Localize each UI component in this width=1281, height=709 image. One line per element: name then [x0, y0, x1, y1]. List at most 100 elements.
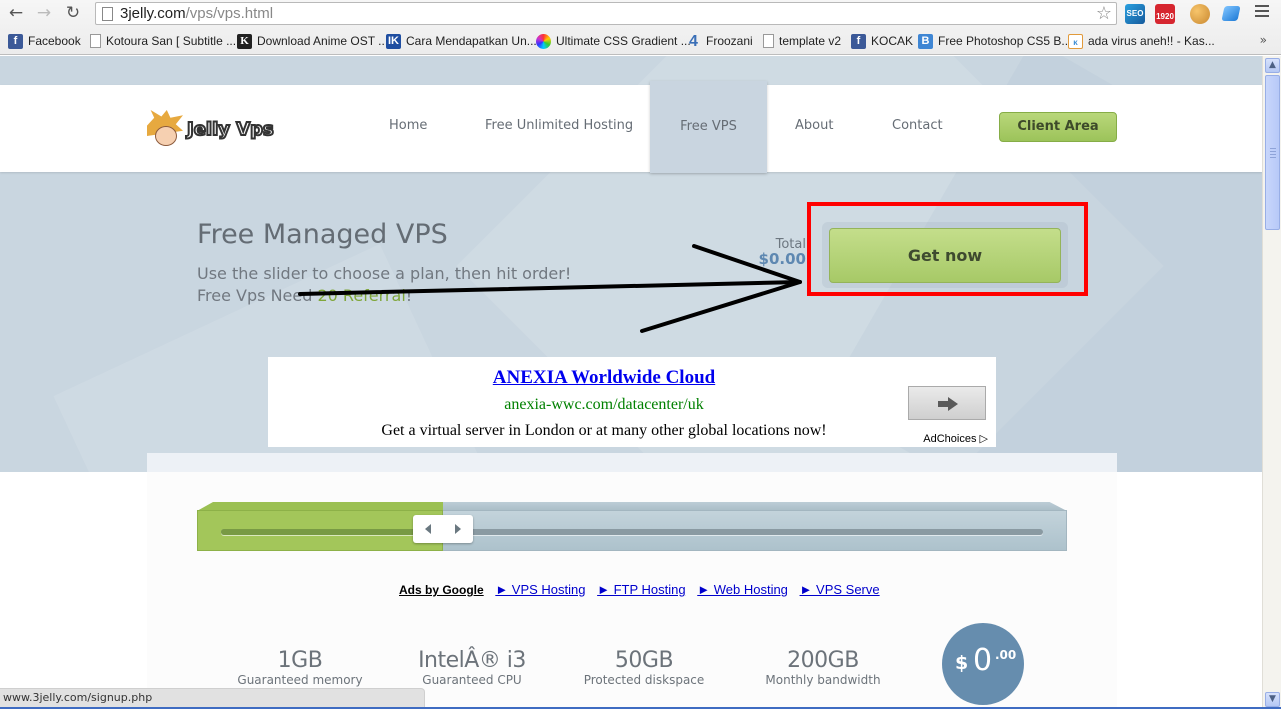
facebook-icon: f [8, 33, 23, 49]
bookmark-free-photoshop[interactable]: B Free Photoshop CS5 B... [918, 32, 1071, 50]
color-wheel-icon [536, 33, 551, 49]
bookmark-label: Froozani [706, 34, 753, 48]
slider-track-fill [221, 529, 443, 535]
grip-icon [1270, 148, 1276, 160]
bookmark-label: Facebook [28, 34, 81, 48]
spec-label: Guaranteed memory [237, 673, 363, 687]
bookmark-star-icon[interactable]: ☆ [1096, 3, 1112, 24]
subtitle-referral: Free Vps Need 20 Referral! [197, 285, 571, 307]
bookmark-label: Ultimate CSS Gradient ... [556, 34, 691, 48]
ad-go-button[interactable] [908, 386, 986, 420]
bookmark-label: ada virus aneh!! - Kas... [1088, 34, 1215, 48]
hero-subtitle: Use the slider to choose a plan, then hi… [197, 263, 571, 307]
logo-text: Jelly Vps [186, 118, 275, 141]
forum-icon: ᴋ [1068, 33, 1083, 49]
ad-link-web-hosting[interactable]: ► Web Hosting [697, 582, 788, 597]
spec-value: 1GB [277, 648, 323, 673]
price-decimal: .00 [995, 648, 1017, 662]
browser-menu-icon[interactable] [1255, 5, 1269, 20]
seo-extension-icon[interactable]: SEO [1125, 4, 1145, 24]
plan-panel-top [147, 453, 1117, 472]
ad-link-ftp-hosting[interactable]: ► FTP Hosting [597, 582, 686, 597]
page-icon [90, 34, 101, 48]
nav-contact[interactable]: Contact [892, 118, 943, 133]
spec-value: IntelÂ® i3 [418, 648, 526, 673]
referral-prefix: Free Vps Need [197, 286, 318, 305]
bookmarks-bar: f Facebook Kotoura San [ Subtitle ... K Do… [0, 29, 1281, 53]
chevron-right-icon [455, 524, 461, 534]
address-url[interactable]: 3jelly.com/vps/vps.html [120, 5, 273, 22]
bookmark-label: Download Anime OST ... [257, 34, 389, 48]
bookmark-froozani[interactable]: 4 Froozani [686, 32, 753, 50]
vertical-scrollbar[interactable]: ▲ ▼ [1262, 56, 1281, 709]
scrollbar-thumb[interactable] [1265, 75, 1280, 230]
ad-link-vps-hosting[interactable]: ► VPS Hosting [495, 582, 585, 597]
reload-button[interactable]: ↻ [62, 3, 84, 23]
page-title: Free Managed VPS [197, 219, 448, 250]
url-host: 3jelly.com [120, 5, 186, 22]
nav-about[interactable]: About [795, 118, 833, 133]
spec-memory: 1GB Guaranteed memory [230, 648, 370, 687]
ad-description: Get a virtual server in London or at man… [381, 422, 827, 439]
bookmark-label: Cara Mendapatkan Un... [406, 34, 537, 48]
price-integer: 0 [973, 643, 993, 678]
scroll-up-button[interactable]: ▲ [1265, 58, 1280, 73]
notes-extension-icon[interactable] [1221, 6, 1241, 21]
facebook-icon: f [851, 33, 866, 49]
nav-free-unlimited-hosting[interactable]: Free Unlimited Hosting [485, 118, 633, 133]
price-currency: $ [955, 652, 969, 674]
four-icon: 4 [689, 32, 698, 50]
bookmark-ultimate-css-gradient[interactable]: Ultimate CSS Gradient ... [536, 32, 691, 50]
bookmark-label: Free Photoshop CS5 B... [938, 34, 1072, 48]
back-button[interactable]: ← [5, 3, 27, 23]
blogger-b-icon: B [918, 33, 933, 49]
scroll-down-button[interactable]: ▼ [1265, 692, 1280, 707]
ad-banner: ANEXIA Worldwide Cloud anexia-wwc.com/da… [268, 357, 996, 447]
adchoices-icon: ▷ [979, 433, 988, 445]
client-area-button[interactable]: Client Area [999, 112, 1117, 142]
referral-count: 20 Referral [317, 286, 406, 305]
spec-value: 50GB [614, 648, 674, 673]
bookmark-label: template v2 [779, 34, 842, 48]
cookie-extension-icon[interactable] [1190, 4, 1210, 24]
address-bar[interactable]: 3jelly.com/vps/vps.html ☆ [95, 2, 1117, 25]
bookmark-template-v2[interactable]: template v2 [763, 32, 841, 50]
forward-button[interactable]: → [33, 3, 55, 23]
spec-label: Monthly bandwidth [765, 673, 881, 687]
text-ads-row: Ads by Google ► VPS Hosting ► FTP Hostin… [399, 582, 888, 597]
bookmark-label: Kotoura San [ Subtitle ... [106, 34, 237, 48]
plan-slider[interactable] [197, 502, 1067, 551]
price-badge: $ 0 .00 [942, 623, 1024, 705]
more-bookmarks-button[interactable]: » [1260, 33, 1267, 47]
adchoices-label: AdChoices [923, 433, 977, 445]
page-viewport: Jelly Vps Home Free Unlimited Hosting Fr… [0, 56, 1262, 709]
ad-url-link[interactable]: anexia-wwc.com/datacenter/uk [184, 396, 1024, 414]
get-now-button[interactable]: Get now [829, 228, 1061, 283]
ad-title-link[interactable]: ANEXIA Worldwide Cloud [184, 367, 1024, 389]
arrow-right-icon [938, 397, 958, 411]
bookmark-ada-virus-aneh[interactable]: ᴋ ada virus aneh!! - Kas... [1068, 32, 1215, 50]
bookmark-download-anime-ost[interactable]: K Download Anime OST ... [237, 32, 388, 50]
nav-free-vps[interactable]: Free VPS [650, 81, 767, 173]
bookmark-label: KOCAK [871, 34, 914, 48]
k-site-icon: K [237, 33, 252, 49]
bookmark-cara-mendapatkan[interactable]: IK Cara Mendapatkan Un... [386, 32, 537, 50]
bookmark-facebook[interactable]: f Facebook [8, 32, 81, 50]
spec-label: Guaranteed CPU [422, 673, 522, 687]
spec-value: 200GB [787, 648, 859, 673]
nav-home[interactable]: Home [389, 118, 427, 133]
spec-label: Protected diskspace [583, 673, 705, 687]
site-logo[interactable]: Jelly Vps [147, 110, 275, 148]
adchoices-link[interactable]: AdChoices ▷ [923, 432, 988, 445]
bookmark-kocak[interactable]: f KOCAK [851, 32, 913, 50]
spec-diskspace: 50GB Protected diskspace [574, 648, 714, 687]
calendar-extension-icon[interactable]: 1920 [1155, 4, 1175, 24]
slider-handle[interactable] [413, 515, 473, 543]
spec-bandwidth: 200GB Monthly bandwidth [753, 648, 893, 687]
bookmark-kotoura-san[interactable]: Kotoura San [ Subtitle ... [90, 32, 236, 50]
ad-link-vps-server[interactable]: ► VPS Serve [800, 582, 880, 597]
ads-by-google-link[interactable]: Ads by Google [399, 583, 484, 597]
chevron-left-icon [425, 524, 431, 534]
total-price: Total $0.00 [750, 237, 806, 268]
site-header: Jelly Vps Home Free Unlimited Hosting Fr… [0, 81, 1262, 173]
